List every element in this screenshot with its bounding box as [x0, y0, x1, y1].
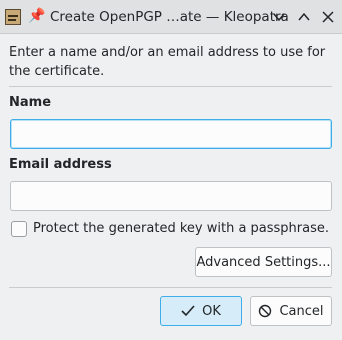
email-label: Email address	[9, 157, 112, 172]
name-label: Name	[9, 95, 52, 110]
divider	[9, 287, 332, 288]
passphrase-checkbox[interactable]	[11, 221, 27, 237]
cancel-button[interactable]: Cancel	[250, 296, 332, 326]
ok-button[interactable]: OK	[160, 296, 242, 326]
pin-icon[interactable]: 📌	[28, 8, 45, 24]
kleopatra-app-icon[interactable]	[5, 9, 21, 25]
window-title: Create OpenPGP …ate — Kleopatra	[50, 9, 289, 25]
maximize-icon[interactable]	[295, 8, 313, 26]
passphrase-checkbox-label[interactable]: Protect the generated key with a passphr…	[33, 221, 329, 236]
ok-label: OK	[202, 303, 221, 319]
title-bar[interactable]: 📌 Create OpenPGP …ate — Kleopatra	[0, 0, 342, 34]
minimize-icon[interactable]	[270, 8, 288, 26]
description-text: Enter a name and/or an email address to …	[9, 45, 326, 79]
advanced-settings-button[interactable]: Advanced Settings...	[195, 247, 332, 277]
divider	[9, 86, 332, 87]
name-field[interactable]	[10, 119, 332, 149]
email-field[interactable]	[10, 181, 332, 211]
cancel-label: Cancel	[279, 303, 324, 319]
check-icon	[181, 305, 195, 317]
dialog-content: Enter a name and/or an email address to …	[0, 34, 342, 340]
cancel-icon	[258, 304, 272, 318]
close-icon[interactable]	[319, 8, 337, 26]
advanced-settings-label: Advanced Settings...	[196, 254, 331, 270]
